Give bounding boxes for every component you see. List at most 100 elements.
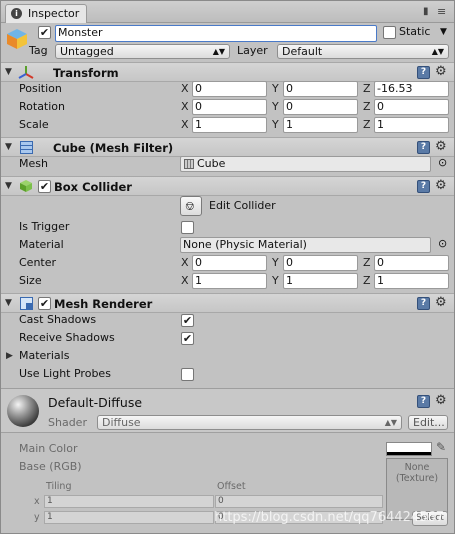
object-picker-icon[interactable]: ⊙: [438, 237, 447, 250]
rotation-label: Rotation: [19, 100, 66, 113]
gear-icon[interactable]: ⚙: [435, 296, 447, 309]
use-light-probes-label: Use Light Probes: [19, 367, 111, 380]
offset-x-field[interactable]: 0: [215, 495, 383, 508]
static-checkbox[interactable]: [383, 26, 396, 39]
x-label: X: [181, 118, 189, 131]
eyedropper-icon[interactable]: ✎: [436, 440, 446, 454]
box-collider-enabled-checkbox[interactable]: ✔: [38, 180, 51, 193]
tiling-y-field[interactable]: 1: [44, 511, 214, 524]
help-icon[interactable]: ?: [417, 395, 430, 408]
tiling-row-y-label: y: [34, 512, 40, 523]
active-checkbox[interactable]: ✔: [38, 26, 51, 39]
gear-icon[interactable]: ⚙: [435, 179, 447, 192]
watermark-text: https://blog.csdn.net/qq764424567: [214, 510, 445, 525]
z-label: Z: [363, 274, 371, 287]
base-rgb-label: Base (RGB): [19, 460, 82, 473]
box-collider-header[interactable]: ▼ ✔ Box Collider ? ⚙: [1, 176, 454, 196]
tiling-x-field[interactable]: 1: [44, 495, 214, 508]
box-collider-icon: [19, 179, 33, 193]
rotation-z-field[interactable]: 0: [374, 99, 449, 115]
center-z-field[interactable]: 0: [374, 255, 449, 271]
gear-icon[interactable]: ⚙: [435, 394, 447, 407]
lock-icon[interactable]: ▮: [423, 6, 429, 17]
main-color-label: Main Color: [19, 442, 78, 455]
tiling-row-x-label: x: [34, 496, 40, 507]
center-y-field[interactable]: 0: [283, 255, 358, 271]
scale-y-field[interactable]: 1: [283, 117, 358, 133]
tab-inspector[interactable]: i Inspector: [5, 4, 87, 23]
shader-dropdown[interactable]: Diffuse ▲▼: [97, 415, 402, 430]
foldout-arrow-icon[interactable]: ▼: [5, 67, 12, 77]
help-icon[interactable]: ?: [417, 297, 430, 310]
scale-z-field[interactable]: 1: [374, 117, 449, 133]
size-z-field[interactable]: 1: [374, 273, 449, 289]
mesh-filter-header[interactable]: ▼ Cube (Mesh Filter) ? ⚙: [1, 137, 454, 157]
size-x-field[interactable]: 1: [192, 273, 267, 289]
center-label: Center: [19, 256, 57, 269]
size-y-field[interactable]: 1: [283, 273, 358, 289]
shader-label: Shader: [48, 416, 87, 429]
tag-value: Untagged: [60, 45, 114, 58]
cast-shadows-checkbox[interactable]: ✔: [181, 314, 194, 327]
is-trigger-checkbox[interactable]: [181, 221, 194, 234]
layer-dropdown[interactable]: Default ▲▼: [277, 44, 449, 59]
gameobject-cube-icon: [6, 28, 28, 50]
inspector-panel: i Inspector ▮ ≡ ✔ Monster Static ▼ Tag U…: [0, 0, 455, 534]
mesh-filter-title: Cube (Mesh Filter): [53, 141, 174, 155]
z-label: Z: [363, 118, 371, 131]
center-x-field[interactable]: 0: [192, 255, 267, 271]
tab-inspector-label: Inspector: [28, 7, 80, 20]
gear-icon[interactable]: ⚙: [435, 140, 447, 153]
help-icon[interactable]: ?: [417, 141, 430, 154]
transform-header[interactable]: ▼ Transform ? ⚙: [1, 62, 454, 82]
object-name-field[interactable]: Monster: [55, 25, 377, 42]
mesh-filter-grid-icon: [20, 141, 33, 154]
edit-shader-button[interactable]: Edit...: [408, 415, 448, 430]
panel-menu-icon[interactable]: ≡: [437, 5, 446, 18]
mesh-renderer-icon: [20, 297, 33, 310]
static-label: Static: [399, 25, 431, 38]
mesh-renderer-title: Mesh Renderer: [54, 297, 153, 311]
help-icon[interactable]: ?: [417, 66, 430, 79]
x-label: X: [181, 82, 189, 95]
mesh-object-field[interactable]: Cube: [180, 156, 431, 172]
position-x-field[interactable]: 0: [192, 81, 267, 97]
foldout-arrow-icon[interactable]: ▼: [5, 142, 12, 152]
receive-shadows-label: Receive Shadows: [19, 331, 115, 344]
main-color-swatch[interactable]: [386, 442, 432, 456]
materials-foldout-icon[interactable]: ▶: [6, 351, 13, 361]
y-label: Y: [272, 274, 279, 287]
material-label: Material: [19, 238, 64, 251]
materials-label[interactable]: Materials: [19, 349, 69, 363]
mesh-renderer-enabled-checkbox[interactable]: ✔: [38, 297, 51, 310]
rotation-y-field[interactable]: 0: [283, 99, 358, 115]
tag-label: Tag: [29, 44, 48, 57]
help-icon[interactable]: ?: [417, 180, 430, 193]
mesh-renderer-header[interactable]: ▼ ✔ Mesh Renderer ? ⚙: [1, 293, 454, 313]
tag-dropdown[interactable]: Untagged ▲▼: [55, 44, 230, 59]
position-y-field[interactable]: 0: [283, 81, 358, 97]
position-z-field[interactable]: -16.53: [374, 81, 449, 97]
use-light-probes-checkbox[interactable]: [181, 368, 194, 381]
mesh-grid-icon: [184, 159, 194, 169]
y-label: Y: [272, 82, 279, 95]
rotation-x-field[interactable]: 0: [192, 99, 267, 115]
layer-label: Layer: [237, 44, 268, 57]
foldout-arrow-icon[interactable]: ▼: [5, 298, 12, 308]
gear-icon[interactable]: ⚙: [435, 65, 447, 78]
z-label: Z: [363, 256, 371, 269]
physic-material-field[interactable]: None (Physic Material): [180, 237, 431, 253]
edit-collider-button[interactable]: ⎊: [180, 196, 202, 216]
static-dropdown-icon[interactable]: ▼: [440, 27, 447, 37]
chevron-updown-icon: ▲▼: [384, 418, 397, 427]
texture-slot-label: None (Texture): [395, 462, 439, 484]
layer-value: Default: [282, 45, 323, 58]
edit-collider-label: Edit Collider: [209, 199, 276, 212]
foldout-arrow-icon[interactable]: ▼: [5, 181, 12, 191]
position-label: Position: [19, 82, 62, 95]
scale-x-field[interactable]: 1: [192, 117, 267, 133]
y-label: Y: [272, 256, 279, 269]
object-picker-icon[interactable]: ⊙: [438, 156, 447, 169]
receive-shadows-checkbox[interactable]: ✔: [181, 332, 194, 345]
x-label: X: [181, 100, 189, 113]
